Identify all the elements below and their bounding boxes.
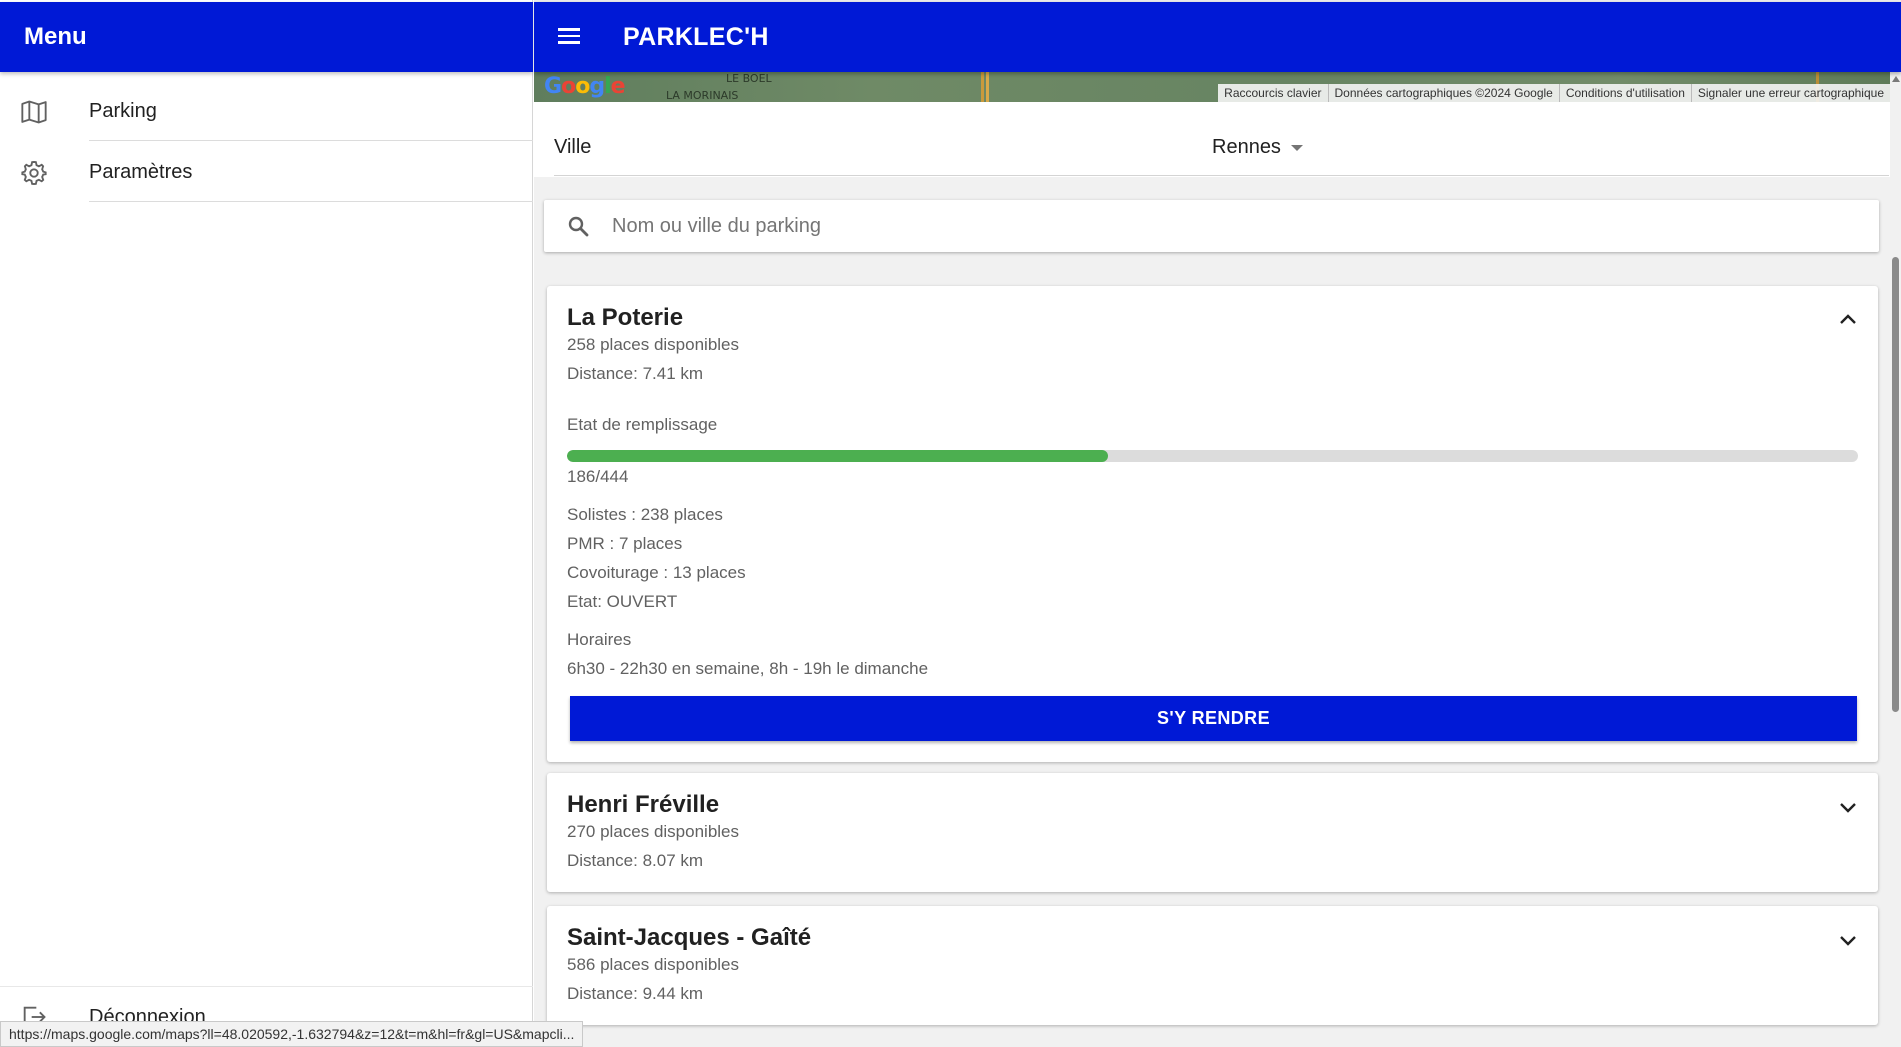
- dropdown-caret-icon: [1290, 144, 1303, 151]
- link-status-bar: https://maps.google.com/maps?ll=48.02059…: [0, 1021, 584, 1047]
- app-bar: PARKLEC'H: [534, 2, 1901, 72]
- chevron-up-icon[interactable]: [1836, 308, 1860, 332]
- search-box: [544, 200, 1879, 252]
- scrollbar-thumb[interactable]: [1892, 257, 1899, 712]
- city-filter-label: Ville: [554, 136, 592, 158]
- scroll-up-arrow-icon[interactable]: [1892, 76, 1900, 82]
- parking-name: Henri Fréville: [567, 791, 720, 818]
- side-menu: Menu Parking Paramètres Déconnexion: [0, 0, 533, 1047]
- google-logo: Google: [544, 74, 626, 99]
- city-select[interactable]: Rennes: [1212, 136, 1303, 159]
- report-error-link[interactable]: Signaler une erreur cartographique: [1690, 84, 1890, 102]
- map-data-credit: Données cartographiques ©2024 Google: [1327, 84, 1559, 102]
- hamburger-menu-icon[interactable]: [556, 24, 582, 50]
- map-place-label: LA MORINAIS: [666, 89, 739, 102]
- menu-title: Menu: [24, 23, 87, 50]
- parking-name: La Poterie: [567, 304, 684, 331]
- parking-list-section: Ville Rennes La Poterie 258 places dispo…: [534, 102, 1890, 1047]
- occupancy-count: 186/444: [567, 467, 629, 486]
- menu-item-parking[interactable]: Parking: [0, 81, 533, 141]
- available-places: 270 places disponibles: [567, 822, 740, 841]
- parking-card[interactable]: Henri Fréville 270 places disponibles Di…: [547, 773, 1878, 892]
- scrollbar[interactable]: [1890, 72, 1901, 1047]
- map-view[interactable]: LE BOEL LA MORINAIS Google Raccourcis cl…: [534, 72, 1890, 102]
- detail-covoiturage: Covoiturage : 13 places: [567, 563, 746, 582]
- go-there-button[interactable]: S'Y RENDRE: [570, 696, 1857, 741]
- app-title: PARKLEC'H: [623, 22, 769, 51]
- fill-label: Etat de remplissage: [567, 415, 718, 434]
- search-icon: [568, 216, 589, 237]
- menu-item-parametres[interactable]: Paramètres: [0, 142, 533, 202]
- occupancy-progress-fill: [567, 450, 1108, 462]
- menu-header: Menu: [0, 2, 533, 72]
- distance: Distance: 8.07 km: [567, 851, 704, 870]
- main-panel: PARKLEC'H LE BOEL LA MORINAIS Google Rac…: [534, 0, 1901, 1047]
- chevron-down-icon[interactable]: [1836, 928, 1860, 952]
- detail-pmr: PMR : 7 places: [567, 534, 683, 553]
- available-places: 586 places disponibles: [567, 955, 740, 974]
- menu-item-label: Parking: [89, 99, 157, 122]
- occupancy-progress-bar: [567, 450, 1858, 462]
- city-filter: Ville Rennes: [554, 102, 1889, 176]
- hours-value: 6h30 - 22h30 en semaine, 8h - 19h le dim…: [567, 659, 929, 678]
- distance: Distance: 9.44 km: [567, 984, 704, 1003]
- divider: [89, 140, 533, 141]
- available-places: 258 places disponibles: [567, 335, 740, 354]
- city-select-value: Rennes: [1212, 136, 1281, 158]
- detail-solistes: Solistes : 238 places: [567, 505, 723, 524]
- map-attribution: Raccourcis clavier Données cartographiqu…: [1218, 84, 1890, 102]
- keyboard-shortcuts-link[interactable]: Raccourcis clavier: [1218, 84, 1327, 102]
- distance: Distance: 7.41 km: [567, 364, 704, 383]
- parking-name: Saint-Jacques - Gaîté: [567, 924, 812, 951]
- hours-label: Horaires: [567, 630, 632, 649]
- chevron-down-icon[interactable]: [1836, 795, 1860, 819]
- gear-icon: [19, 158, 49, 188]
- map-place-label: LE BOEL: [726, 72, 772, 85]
- map-icon: [19, 97, 49, 127]
- search-input[interactable]: [612, 208, 1852, 244]
- parking-card[interactable]: Saint-Jacques - Gaîté 586 places disponi…: [547, 906, 1878, 1025]
- menu-item-label: Paramètres: [89, 160, 193, 183]
- terms-link[interactable]: Conditions d'utilisation: [1558, 84, 1691, 102]
- divider: [89, 201, 533, 202]
- detail-etat: Etat: OUVERT: [567, 592, 678, 611]
- parking-card: La Poterie 258 places disponibles Distan…: [547, 286, 1878, 762]
- divider: [0, 986, 533, 987]
